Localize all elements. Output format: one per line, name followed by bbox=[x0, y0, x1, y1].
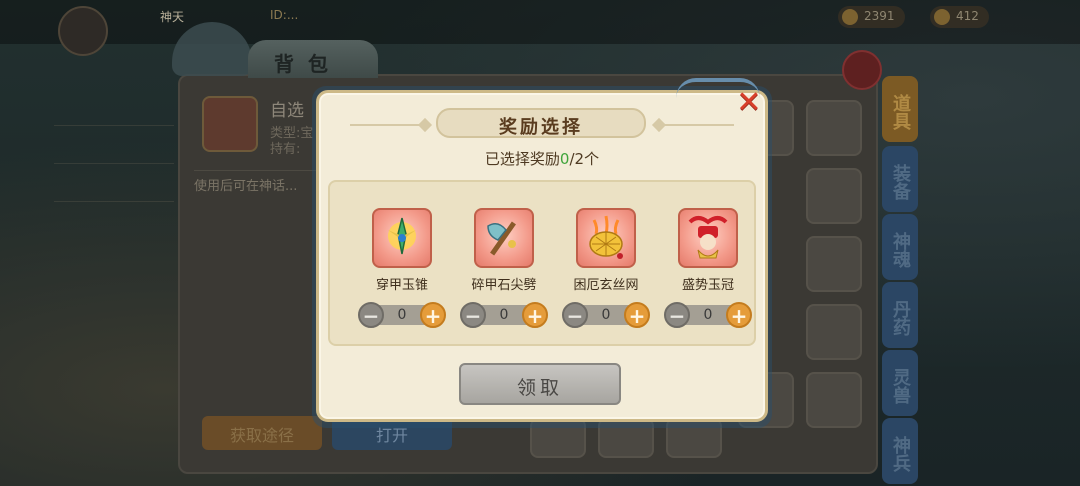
bag-item-slot[interactable] bbox=[806, 100, 862, 156]
left-menu-item[interactable] bbox=[54, 130, 174, 164]
get-path-button[interactable]: 获取途径 bbox=[202, 416, 322, 450]
quantity-stepper: − 0 + bbox=[562, 302, 650, 328]
reward-name: 穿甲玉锥 bbox=[375, 278, 428, 293]
claim-button[interactable]: 领取 bbox=[459, 363, 621, 405]
reward-item: 穿甲玉锥 − 0 + bbox=[352, 208, 452, 338]
increase-button[interactable]: + bbox=[420, 302, 446, 328]
tab-pills[interactable]: 丹药 bbox=[882, 282, 918, 348]
tab-items[interactable]: 道具 bbox=[882, 76, 918, 142]
title-divider-left bbox=[350, 124, 424, 126]
reward-name: 盛势玉冠 bbox=[681, 278, 734, 293]
selected-prefix: 已选择奖励 bbox=[484, 150, 560, 168]
decrease-button[interactable]: − bbox=[358, 302, 384, 328]
selected-count-text: 已选择奖励0/2个 bbox=[316, 148, 768, 169]
modal-title-banner: 奖励选择 bbox=[436, 108, 646, 138]
left-menu-item[interactable] bbox=[54, 168, 174, 202]
player-id: ID:... bbox=[270, 8, 299, 22]
item-detail-name: 自选 bbox=[270, 101, 304, 121]
increase-button[interactable]: + bbox=[522, 302, 548, 328]
tab-beasts[interactable]: 灵兽 bbox=[882, 350, 918, 416]
increase-button[interactable]: + bbox=[624, 302, 650, 328]
jade-crown-icon[interactable] bbox=[678, 208, 738, 268]
decrease-button[interactable]: − bbox=[460, 302, 486, 328]
quantity-value: 0 bbox=[703, 307, 713, 323]
close-icon[interactable]: ✕ bbox=[734, 88, 764, 118]
reward-name: 碎甲石尖劈 bbox=[471, 278, 537, 293]
currency-gem: 412 bbox=[930, 6, 989, 28]
quantity-value: 0 bbox=[397, 307, 407, 323]
title-divider-right bbox=[660, 124, 734, 126]
quantity-stepper: − 0 + bbox=[358, 302, 446, 328]
reward-item: 盛势玉冠 − 0 + bbox=[658, 208, 758, 338]
silk-net-icon[interactable] bbox=[576, 208, 636, 268]
player-avatar[interactable] bbox=[58, 6, 108, 56]
player-name: 神天 bbox=[160, 10, 185, 24]
stone-axe-icon[interactable] bbox=[474, 208, 534, 268]
quantity-stepper: − 0 + bbox=[460, 302, 548, 328]
left-menu-item[interactable] bbox=[54, 92, 174, 126]
tab-spirit[interactable]: 神魂 bbox=[882, 214, 918, 280]
bag-item-slot[interactable] bbox=[806, 304, 862, 360]
reward-item: 碎甲石尖劈 − 0 + bbox=[454, 208, 554, 338]
modal-title: 奖励选择 bbox=[499, 117, 583, 138]
selected-total: /2个 bbox=[569, 150, 600, 168]
bag-close-icon[interactable] bbox=[842, 50, 882, 90]
decrease-button[interactable]: − bbox=[664, 302, 690, 328]
quantity-stepper: − 0 + bbox=[664, 302, 752, 328]
reward-name: 困厄玄丝网 bbox=[573, 278, 639, 293]
reward-list: 穿甲玉锥 − 0 + 碎甲石尖劈 − 0 + 困厄玄丝网 − 0 + 盛势玉冠 … bbox=[328, 180, 756, 346]
bag-item-slot[interactable] bbox=[806, 372, 862, 428]
item-detail-holding: 持有: bbox=[270, 142, 301, 157]
bag-title: 背包 bbox=[248, 40, 378, 78]
decrease-button[interactable]: − bbox=[562, 302, 588, 328]
tab-weapons[interactable]: 神兵 bbox=[882, 418, 918, 484]
bag-item-slot[interactable] bbox=[806, 236, 862, 292]
currency-gold: 2391 bbox=[838, 6, 905, 28]
selected-item-icon bbox=[202, 96, 258, 152]
tab-equipment[interactable]: 装备 bbox=[882, 146, 918, 212]
bag-item-slot[interactable] bbox=[806, 168, 862, 224]
quantity-value: 0 bbox=[499, 307, 509, 323]
increase-button[interactable]: + bbox=[726, 302, 752, 328]
quantity-value: 0 bbox=[601, 307, 611, 323]
reward-item: 困厄玄丝网 − 0 + bbox=[556, 208, 656, 338]
jade-spike-icon[interactable] bbox=[372, 208, 432, 268]
